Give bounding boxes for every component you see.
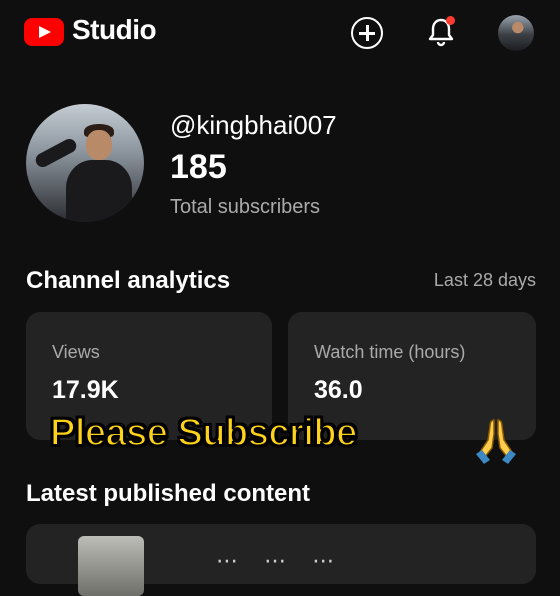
- latest-content-title: Latest published content: [26, 480, 311, 507]
- youtube-logo-icon[interactable]: [24, 18, 64, 46]
- subscriber-count: 185: [170, 148, 227, 186]
- subscribe-overlay-text: Please Subscribe: [49, 411, 358, 455]
- folded-hands-icon: [470, 414, 522, 466]
- analytics-period: Last 28 days: [433, 270, 536, 290]
- watch-time-value: 36.0: [314, 376, 363, 404]
- latest-content-card[interactable]: ⋯ ⋯ ⋯: [26, 524, 536, 596]
- studio-logo-text[interactable]: Studio: [72, 14, 157, 46]
- watch-time-label: Watch time (hours): [314, 342, 466, 362]
- metric-icons: ⋯ ⋯ ⋯: [216, 548, 345, 573]
- create-plus-icon[interactable]: [351, 17, 383, 49]
- notifications-bell-icon[interactable]: [424, 15, 458, 49]
- views-value: 17.9K: [52, 376, 119, 404]
- top-app-bar: Studio: [0, 0, 560, 66]
- notification-dot: [446, 16, 455, 25]
- analytics-title: Channel analytics: [26, 267, 231, 294]
- account-avatar[interactable]: [498, 15, 534, 51]
- views-label: Views: [52, 342, 100, 362]
- video-thumbnail[interactable]: [78, 536, 144, 596]
- subscriber-label: Total subscribers: [170, 196, 321, 218]
- channel-avatar[interactable]: [26, 104, 144, 222]
- channel-handle: @kingbhai007: [170, 110, 337, 140]
